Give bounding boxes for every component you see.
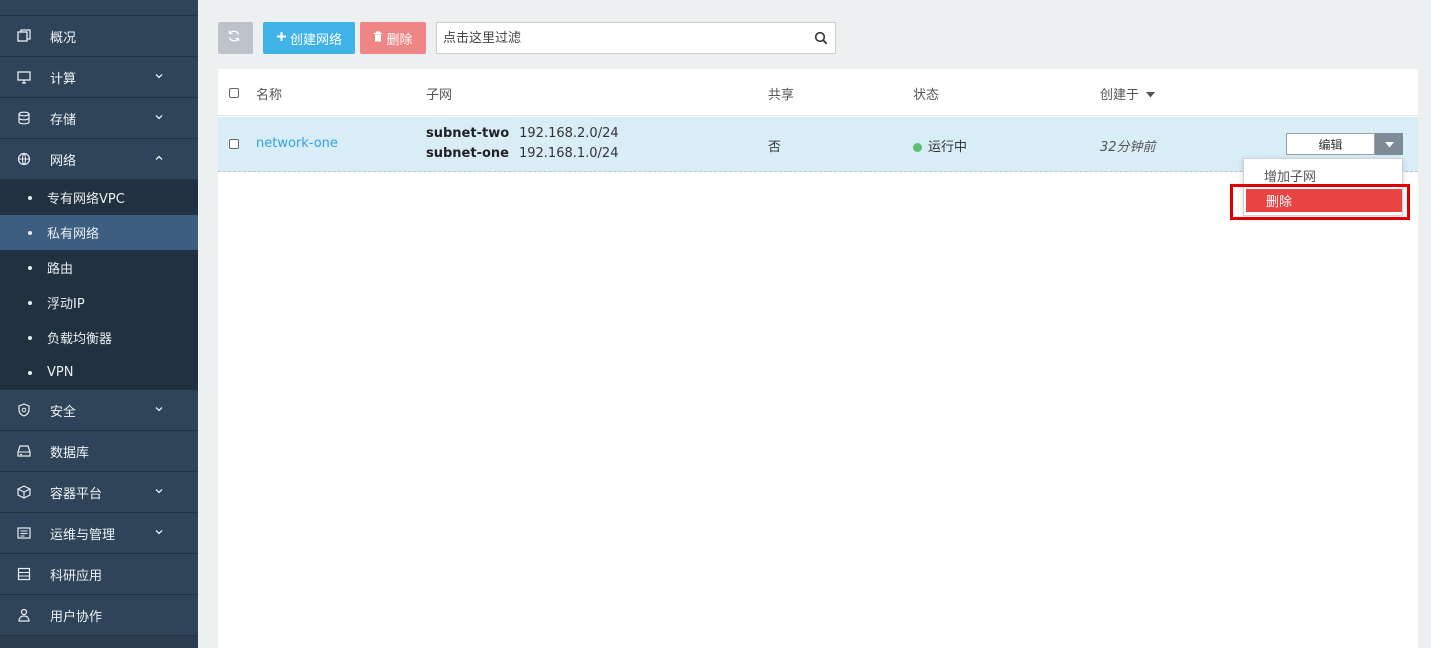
sidebar-item-label: 计算 <box>50 71 77 87</box>
table-row[interactable]: network-one subnet-two 192.168.2.0/24 sub… <box>218 117 1418 172</box>
create-network-label: 创建网络 <box>289 32 342 48</box>
sidebar-subitem-label: 路由 <box>47 262 74 277</box>
plus-icon <box>276 31 290 46</box>
sidebar-item-overview[interactable]: 概况 <box>0 16 198 57</box>
sidebar-subitem-label: 私有网络 <box>47 227 100 242</box>
ops-list-icon <box>17 526 31 540</box>
row-checkbox[interactable] <box>229 139 239 149</box>
bullet-icon <box>28 265 32 270</box>
sidebar-item-container-platform[interactable]: 容器平台 <box>0 472 198 513</box>
refresh-icon <box>227 29 244 47</box>
bullet-icon <box>28 370 32 375</box>
sidebar-subitem-vpn[interactable]: VPN <box>0 355 198 390</box>
subnet-entry: subnet-two 192.168.2.0/24 <box>426 126 619 141</box>
database-stack-icon <box>17 111 31 125</box>
menu-item-add-subnet[interactable]: 增加子网 <box>1244 164 1402 187</box>
hard-drive-icon <box>17 444 31 458</box>
sidebar-item-compute[interactable]: 计算 <box>0 57 198 98</box>
sidebar-item-label: 网络 <box>50 153 77 169</box>
chevron-down-icon <box>154 526 164 536</box>
header-created[interactable]: 创建于 <box>1100 84 1156 103</box>
header-status: 状态 <box>913 88 940 103</box>
sort-desc-icon <box>1143 88 1156 103</box>
header-subnet: 子网 <box>426 88 453 103</box>
sidebar-item-label: 用户协作 <box>50 609 103 625</box>
sidebar-subitem-label: 浮动IP <box>47 297 85 312</box>
bullet-icon <box>28 335 32 340</box>
sidebar-item-label: 安全 <box>50 404 77 420</box>
trash-icon <box>373 30 386 46</box>
sidebar-item-database[interactable]: 数据库 <box>0 431 198 472</box>
row-action-group: 编辑 <box>1286 133 1403 155</box>
header-created-label: 创建于 <box>1100 88 1140 103</box>
sidebar-item-research-apps[interactable]: 科研应用 <box>0 554 198 595</box>
network-name-link[interactable]: network-one <box>256 136 338 151</box>
subnet-cidr: 192.168.2.0/24 <box>519 126 619 141</box>
sidebar-top-strip <box>0 0 198 16</box>
bullet-icon <box>28 230 32 235</box>
menu-item-delete[interactable]: 删除 <box>1246 189 1402 212</box>
users-icon <box>17 608 31 622</box>
header-name[interactable]: 名称 <box>256 84 282 103</box>
network-table-panel: 名称 子网 共享 状态 创建于 network-one subnet-two 19… <box>218 69 1418 648</box>
created-time: 32分钟前 <box>1100 140 1156 155</box>
sidebar: 概况 计算 存储 网络 专有网络VPC 私有网络 路由 浮动IP 负载均衡器 V… <box>0 0 198 648</box>
container-icon <box>17 485 31 499</box>
header-shared: 共享 <box>768 88 795 103</box>
shared-value: 否 <box>768 140 782 155</box>
sidebar-item-label: 数据库 <box>50 445 90 461</box>
subnet-name[interactable]: subnet-two <box>426 126 509 141</box>
sidebar-item-ops-management[interactable]: 运维与管理 <box>0 513 198 554</box>
create-network-button[interactable]: 创建网络 <box>263 22 355 54</box>
sidebar-item-label: 概况 <box>50 30 77 46</box>
status-cell: 运行中 <box>913 136 967 155</box>
subnet-cidr: 192.168.1.0/24 <box>518 146 619 161</box>
sidebar-subitem-floating-ip[interactable]: 浮动IP <box>0 285 198 320</box>
select-all-checkbox[interactable] <box>229 88 239 98</box>
edit-button[interactable]: 编辑 <box>1286 133 1375 155</box>
bullet-icon <box>28 300 32 305</box>
sidebar-item-storage[interactable]: 存储 <box>0 98 198 139</box>
sidebar-item-label: 运维与管理 <box>50 527 116 543</box>
subnet-entry: subnet-one 192.168.1.0/24 <box>426 146 618 161</box>
filter-search-box <box>436 22 836 54</box>
server-icon <box>17 567 31 581</box>
chevron-down-icon <box>154 70 164 80</box>
search-icon[interactable] <box>814 31 828 45</box>
sidebar-item-label: 存储 <box>50 112 77 128</box>
network-submenu: 专有网络VPC 私有网络 路由 浮动IP 负载均衡器 VPN <box>0 180 198 390</box>
sidebar-item-label: 容器平台 <box>50 486 103 502</box>
sidebar-subitem-label: VPN <box>47 365 74 380</box>
bullet-icon <box>28 195 32 200</box>
sidebar-subitem-label: 专有网络VPC <box>47 192 125 207</box>
sidebar-item-network[interactable]: 网络 <box>0 139 198 180</box>
filter-input[interactable] <box>437 23 814 53</box>
table-header: 名称 子网 共享 状态 创建于 <box>218 69 1418 116</box>
caret-down-icon <box>1384 137 1394 152</box>
monitor-icon <box>17 70 31 84</box>
delete-button[interactable]: 删除 <box>360 22 426 54</box>
sidebar-subitem-private-network[interactable]: 私有网络 <box>0 215 198 250</box>
refresh-button[interactable] <box>218 22 253 54</box>
status-text: 运行中 <box>928 140 968 155</box>
shield-icon <box>17 403 31 417</box>
status-running-dot <box>913 143 922 152</box>
chevron-down-icon <box>154 485 164 495</box>
sidebar-item-user-collaboration[interactable]: 用户协作 <box>0 595 198 636</box>
action-dropdown-menu: 增加子网 删除 <box>1243 158 1403 216</box>
sidebar-subitem-router[interactable]: 路由 <box>0 250 198 285</box>
sidebar-item-label: 科研应用 <box>50 568 103 584</box>
subnet-name[interactable]: subnet-one <box>426 146 509 161</box>
sidebar-item-security[interactable]: 安全 <box>0 390 198 431</box>
chevron-down-icon <box>154 111 164 121</box>
action-dropdown-toggle[interactable] <box>1375 133 1403 155</box>
sidebar-subitem-load-balancer[interactable]: 负载均衡器 <box>0 320 198 355</box>
sidebar-subitem-vpc[interactable]: 专有网络VPC <box>0 180 198 215</box>
network-globe-icon <box>17 152 31 166</box>
chevron-down-icon <box>154 403 164 413</box>
delete-label: 删除 <box>386 32 413 48</box>
sidebar-subitem-label: 负载均衡器 <box>47 332 113 347</box>
overview-icon <box>17 29 31 43</box>
chevron-up-icon <box>154 152 164 162</box>
